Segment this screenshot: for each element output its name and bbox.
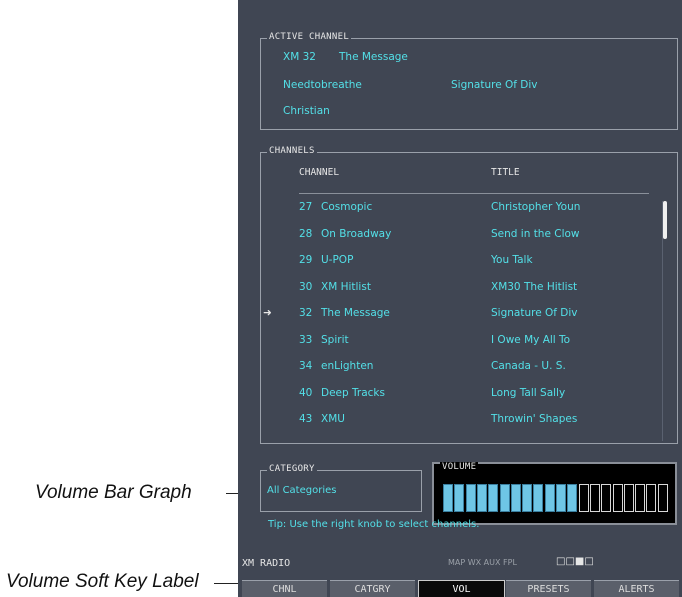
channel-row-number: 43: [299, 413, 313, 425]
channel-row[interactable]: 43 XMU Throwin' Shapes: [261, 413, 677, 433]
category-group: CATEGORY All Categories: [260, 464, 422, 512]
volume-segment-filled: [510, 484, 521, 512]
channel-row-name: Spirit: [321, 333, 349, 346]
volume-bar-graph-callout: Volume Bar Graph: [35, 482, 192, 503]
volume-segment-empty: [612, 484, 623, 512]
softkey-chnl[interactable]: CHNL: [242, 580, 327, 597]
volume-segment-filled: [443, 484, 453, 512]
volume-segment-filled: [556, 484, 566, 512]
volume-title: VOLUME: [440, 462, 479, 472]
channel-row-title: Christopher Youn: [491, 201, 581, 213]
channels-column-channel: CHANNEL: [299, 167, 340, 178]
volume-segment-empty: [623, 484, 634, 512]
channel-row[interactable]: 40 Deep Tracks Long Tall Sally: [261, 387, 677, 407]
status-bar: XM RADIO MAP WX AUX FPL □□■□: [238, 552, 682, 580]
channel-row-name: U-POP: [321, 254, 354, 266]
channel-row[interactable]: ➜ 32 The Message Signature Of Div: [261, 307, 677, 327]
channel-row[interactable]: 27 Cosmopic Christopher Youn: [261, 201, 677, 221]
channel-row-number: 27: [299, 201, 313, 213]
volume-segment-filled: [454, 484, 465, 512]
volume-segment-empty: [657, 484, 668, 512]
active-channel-category: Christian: [283, 105, 330, 117]
softkey-catgry[interactable]: CATGRY: [330, 580, 415, 597]
channels-column-title: TITLE: [491, 167, 520, 178]
channel-row-name: XM Hitlist: [321, 280, 371, 293]
channel-scrollbar[interactable]: [663, 201, 667, 239]
channel-row-name: Cosmopic: [321, 201, 373, 213]
volume-segment-filled: [465, 484, 476, 512]
tip-text: Tip: Use the right knob to select channe…: [268, 519, 480, 530]
channel-row-name: Deep Tracks: [321, 386, 385, 399]
channel-row-number: 33: [299, 333, 313, 346]
channel-row-name: The Message: [321, 307, 390, 319]
channel-row-title: Send in the Clow: [491, 227, 580, 240]
channel-row-number: 32: [299, 307, 313, 319]
channel-row-title: I Owe My All To: [491, 333, 571, 346]
channels-group: CHANNELS CHANNEL TITLE 27 Cosmopic Christo…: [260, 146, 678, 444]
channel-list[interactable]: 27 Cosmopic Christopher Youn 28 On Broadway S…: [261, 201, 677, 441]
channel-row-title: Long Tall Sally: [491, 386, 566, 399]
channel-row-title: Canada - U. S.: [491, 360, 566, 372]
volume-segment-empty: [646, 484, 657, 512]
channel-row-title: XM30 The Hitlist: [491, 280, 578, 293]
volume-segment-filled: [476, 484, 487, 512]
channel-row-title: You Talk: [491, 254, 533, 266]
softkey-alerts[interactable]: ALERTS: [594, 580, 679, 597]
channels-title: CHANNELS: [267, 146, 317, 156]
channels-header-divider: [299, 193, 649, 194]
channel-row-name: enLighten: [321, 360, 374, 372]
volume-segment-empty: [589, 484, 600, 512]
channel-row-name: On Broadway: [321, 227, 392, 240]
status-page-group: MAP WX AUX FPL: [448, 558, 517, 567]
active-channel-title: ACTIVE CHANNEL: [267, 32, 352, 42]
channel-row-title: Signature Of Div: [491, 307, 578, 319]
selected-channel-arrow-icon: ➜: [263, 307, 272, 319]
active-channel-song: Signature Of Div: [451, 79, 538, 91]
active-channel-artist: Needtobreathe: [283, 79, 362, 91]
softkey-vol[interactable]: VOL: [418, 580, 505, 597]
channel-row-number: 40: [299, 386, 313, 399]
category-title: CATEGORY: [267, 464, 317, 474]
channel-row[interactable]: 34 enLighten Canada - U. S.: [261, 360, 677, 380]
status-left-label: XM RADIO: [242, 558, 291, 569]
channel-row-name: XMU: [321, 413, 345, 425]
volume-segment-filled: [499, 484, 510, 512]
channel-row[interactable]: 33 Spirit I Owe My All To: [261, 334, 677, 354]
volume-bar-graph: VOLUME: [432, 462, 677, 525]
channel-row-number: 30: [299, 280, 313, 293]
volume-segment-empty: [578, 484, 589, 512]
channel-row[interactable]: 30 XM Hitlist XM30 The Hitlist: [261, 281, 677, 301]
volume-soft-key-callout: Volume Soft Key Label: [6, 571, 199, 592]
category-value[interactable]: All Categories: [267, 485, 336, 496]
volume-segment-filled: [488, 484, 499, 512]
active-channel-group: ACTIVE CHANNEL XM 32 The Message Needtob…: [260, 32, 678, 130]
volume-segment-filled: [544, 484, 555, 512]
status-page-dots: □□■□: [556, 556, 594, 567]
channel-row-number: 28: [299, 227, 313, 240]
volume-segment-filled: [567, 484, 578, 512]
volume-segment-empty: [635, 484, 646, 512]
active-channel-number: XM 32: [283, 51, 316, 63]
channel-row[interactable]: 29 U-POP You Talk: [261, 254, 677, 274]
channel-row-title: Throwin' Shapes: [491, 413, 578, 425]
volume-segment-filled: [522, 484, 533, 512]
volume-segment-filled: [533, 484, 544, 512]
volume-segment-empty: [601, 484, 612, 512]
channel-row-number: 34: [299, 360, 313, 372]
channel-row[interactable]: 28 On Broadway Send in the Clow: [261, 228, 677, 248]
softkey-presets[interactable]: PRESETS: [506, 580, 591, 597]
active-channel-name: The Message: [339, 51, 408, 63]
channel-row-number: 29: [299, 254, 313, 266]
xm-radio-display: ACTIVE CHANNEL XM 32 The Message Needtob…: [238, 0, 682, 597]
